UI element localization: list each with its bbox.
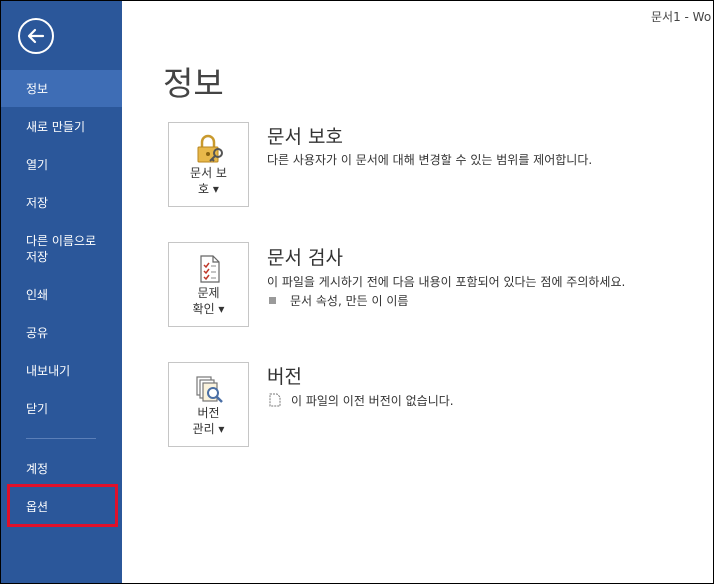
manage-versions-button[interactable]: 버전 관리 ▾: [168, 362, 249, 447]
backstage-sidebar: 정보 새로 만들기 열기 저장 다른 이름으로 저장 인쇄 공유 내보내기 닫기…: [1, 1, 122, 583]
options-highlight-box: [7, 484, 118, 527]
document-icon: [269, 393, 281, 407]
nav-close[interactable]: 닫기: [1, 401, 122, 417]
versions-heading: 버전: [267, 366, 302, 388]
document-checklist-icon: [200, 255, 220, 283]
window-title: 문서1 - Wo: [651, 10, 712, 24]
nav-new[interactable]: 새로 만들기: [1, 119, 122, 135]
protect-document-description: 다른 사용자가 이 문서에 대해 변경할 수 있는 범위를 제어합니다.: [267, 153, 593, 167]
nav-save-as[interactable]: 다른 이름으로 저장: [1, 233, 122, 265]
check-issues-label: 문제 확인 ▾: [192, 286, 225, 316]
nav-save[interactable]: 저장: [1, 195, 122, 211]
inspect-document-description: 이 파일을 게시하기 전에 다음 내용이 포함되어 있다는 점에 주의하세요.: [267, 275, 626, 289]
nav-share[interactable]: 공유: [1, 325, 122, 341]
nav-open[interactable]: 열기: [1, 157, 122, 173]
protect-document-heading: 문서 보호: [267, 126, 343, 148]
back-button[interactable]: [18, 18, 54, 54]
inspect-document-heading: 문서 검사: [267, 247, 343, 269]
manage-versions-label: 버전 관리 ▾: [192, 406, 225, 436]
nav-account[interactable]: 계정: [1, 461, 122, 477]
versions-item: 이 파일의 이전 버전이 없습니다.: [269, 392, 454, 409]
nav-print[interactable]: 인쇄: [1, 287, 122, 303]
nav-info[interactable]: 정보: [1, 70, 122, 107]
inspect-sub-item: 문서 속성, 만든 이 이름: [269, 292, 408, 309]
versions-magnifier-icon: [196, 376, 223, 403]
protect-document-label: 문서 보 호 ▾: [190, 166, 227, 196]
page-title: 정보: [163, 64, 224, 103]
nav-export[interactable]: 내보내기: [1, 363, 122, 379]
check-issues-button[interactable]: 문제 확인 ▾: [168, 242, 249, 327]
nav-divider: [26, 438, 96, 439]
backstage-window: 정보 새로 만들기 열기 저장 다른 이름으로 저장 인쇄 공유 내보내기 닫기…: [0, 0, 714, 584]
lock-key-icon: [197, 134, 223, 163]
bullet-icon: [269, 297, 276, 304]
back-arrow-icon: [27, 28, 45, 44]
inspect-sub-item-text: 문서 속성, 만든 이 이름: [290, 294, 409, 308]
versions-description: 이 파일의 이전 버전이 없습니다.: [291, 394, 454, 408]
protect-document-button[interactable]: 문서 보 호 ▾: [168, 122, 249, 207]
